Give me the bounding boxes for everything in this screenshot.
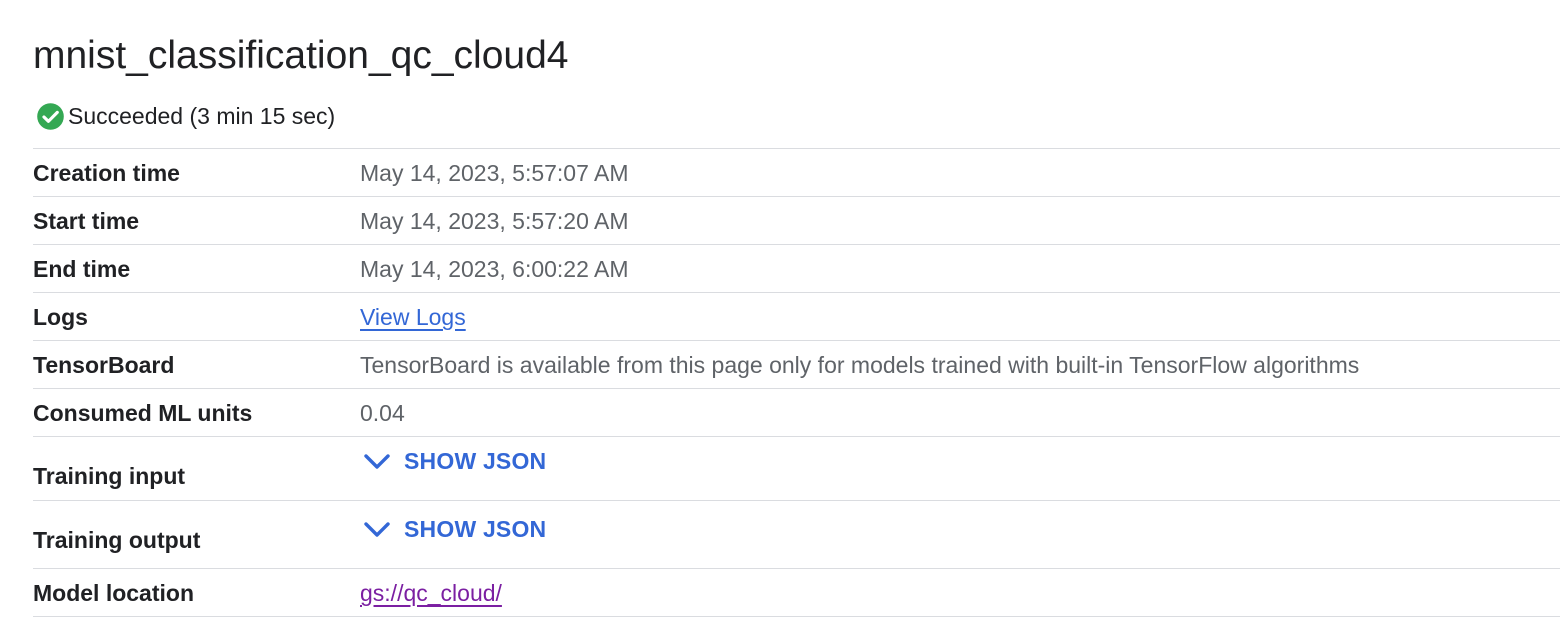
row-training-output: Training output SHOW JSON: [33, 501, 1560, 569]
training-output-label: Training output: [33, 527, 201, 553]
row-ml-units: Consumed ML units 0.04: [33, 389, 1560, 437]
model-location-link[interactable]: gs://qc_cloud/: [360, 580, 502, 607]
model-location-label: Model location: [33, 580, 194, 606]
check-circle-icon: [37, 102, 64, 130]
training-input-toggle-label: SHOW JSON: [404, 448, 547, 474]
chevron-down-icon: [364, 521, 390, 537]
row-training-input: Training input SHOW JSON: [33, 437, 1560, 501]
status-badge: Succeeded (3 min 15 sec): [36, 101, 335, 131]
creation-time-value: May 14, 2023, 5:57:07 AM: [360, 160, 629, 186]
row-creation-time: Creation time May 14, 2023, 5:57:07 AM: [33, 149, 1560, 197]
job-title: mnist_classification_qc_cloud4: [33, 34, 569, 77]
view-logs-link[interactable]: View Logs: [360, 304, 466, 331]
status-text: Succeeded (3 min 15 sec): [68, 103, 336, 129]
row-tensorboard: TensorBoard TensorBoard is available fro…: [33, 341, 1560, 389]
row-model-location: Model location gs://qc_cloud/: [33, 569, 1560, 617]
creation-time-label: Creation time: [33, 160, 180, 186]
training-output-toggle-label: SHOW JSON: [404, 516, 547, 542]
ml-units-value: 0.04: [360, 400, 405, 426]
tensorboard-value: TensorBoard is available from this page …: [360, 352, 1360, 378]
end-time-value: May 14, 2023, 6:00:22 AM: [360, 256, 629, 282]
tensorboard-label: TensorBoard: [33, 352, 175, 378]
training-input-label: Training input: [33, 463, 186, 489]
row-logs: Logs View Logs: [33, 293, 1560, 341]
row-end-time: End time May 14, 2023, 6:00:22 AM: [33, 245, 1560, 293]
ml-units-label: Consumed ML units: [33, 400, 253, 426]
training-output-show-json-button[interactable]: SHOW JSON: [360, 516, 546, 543]
end-time-label: End time: [33, 256, 131, 282]
start-time-label: Start time: [33, 208, 140, 234]
logs-label: Logs: [33, 304, 88, 330]
start-time-value: May 14, 2023, 5:57:20 AM: [360, 208, 629, 234]
details-table: Creation time May 14, 2023, 5:57:07 AM S…: [33, 148, 1560, 617]
training-input-show-json-button[interactable]: SHOW JSON: [360, 448, 546, 475]
row-start-time: Start time May 14, 2023, 5:57:20 AM: [33, 197, 1560, 245]
chevron-down-icon: [364, 453, 390, 469]
